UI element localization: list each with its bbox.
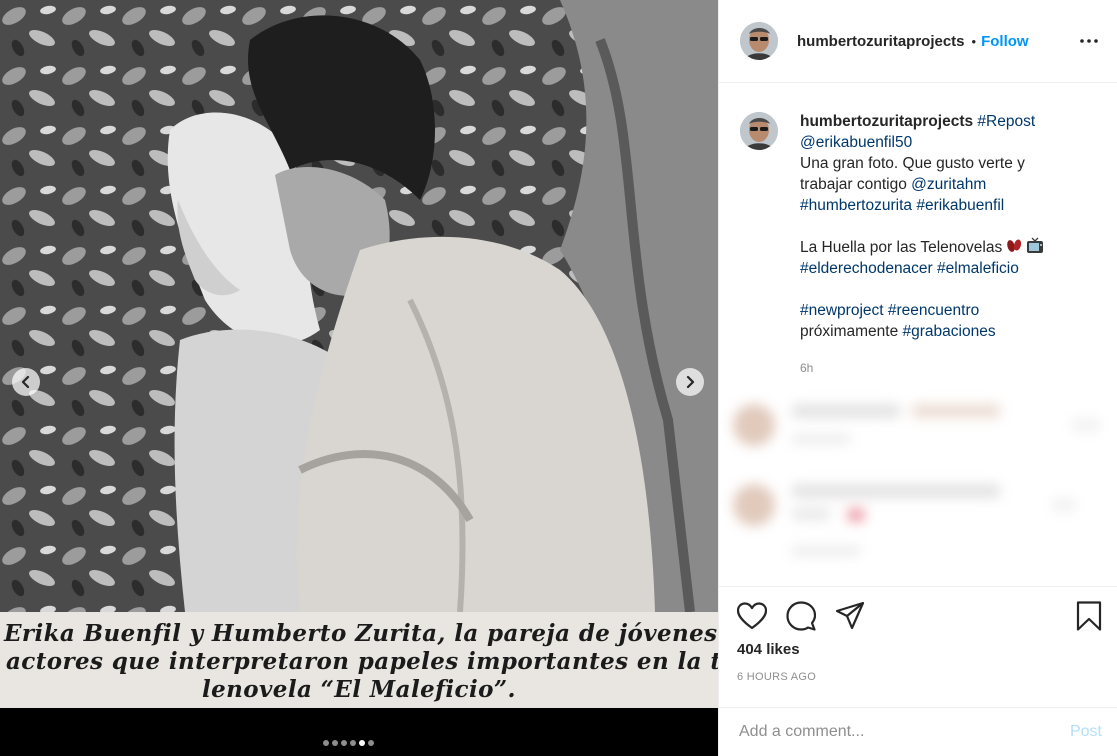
carousel-dot[interactable]: [323, 740, 329, 746]
blurred-comment: [733, 484, 1077, 556]
carousel-dots: [323, 740, 374, 746]
save-button[interactable]: [1070, 601, 1102, 631]
television-emoji-icon: [1027, 237, 1044, 253]
mention-link[interactable]: @zuritahm: [911, 176, 986, 193]
caption-body: humbertozuritaprojects #Repost @erikabue…: [800, 111, 1100, 379]
share-button[interactable]: [835, 601, 867, 631]
post-media: Erika Buenfil y Humberto Zurita, la pare…: [0, 0, 718, 756]
hashtag-link[interactable]: #humbertozurita: [800, 197, 912, 214]
photo-illustration: [0, 0, 718, 612]
more-options-button[interactable]: [1077, 29, 1101, 53]
follow-button[interactable]: Follow: [981, 33, 1029, 50]
post-comment-button[interactable]: Post: [1070, 723, 1102, 741]
chevron-left-icon: [21, 375, 30, 389]
hashtag-link[interactable]: #reencuentro: [888, 302, 979, 319]
action-buttons-row: [737, 601, 1102, 631]
bookmark-icon: [1076, 601, 1102, 631]
comments-section[interactable]: humbertozuritaprojects #Repost @erikabue…: [719, 84, 1117, 586]
hashtag-link[interactable]: #elderechodenacer: [800, 260, 933, 277]
carousel-dot[interactable]: [341, 740, 347, 746]
photo-caption-line-3: lenovela “El Maleficio”.: [202, 676, 516, 703]
post-photo: [0, 0, 718, 612]
hashtag-link[interactable]: #Repost: [977, 113, 1035, 130]
chevron-right-icon: [686, 375, 695, 389]
more-options-icon: [1080, 39, 1098, 43]
header-separator: •: [971, 33, 977, 49]
hashtag-link[interactable]: #newproject: [800, 302, 884, 319]
hashtag-link[interactable]: #erikabuenfil: [916, 197, 1004, 214]
likes-count[interactable]: 404 likes: [737, 641, 1102, 658]
blurred-comments: [733, 388, 1117, 578]
caption-username[interactable]: humbertozuritaprojects: [800, 113, 973, 130]
carousel-dot-active[interactable]: [359, 740, 365, 746]
carousel-next-button[interactable]: [676, 368, 704, 396]
header-username[interactable]: humbertozuritaprojects: [797, 33, 965, 50]
caption-text: próximamente: [800, 323, 899, 340]
caption-avatar[interactable]: [740, 112, 778, 150]
comment-button[interactable]: [786, 601, 818, 631]
photo-caption-line-1: Erika Buenfil y Humberto Zurita, la pare…: [4, 620, 718, 647]
carousel-dot[interactable]: [368, 740, 374, 746]
heart-icon: [737, 602, 767, 630]
add-comment-bar: Post: [719, 707, 1117, 756]
avatar-image: [740, 22, 778, 60]
post-caption: humbertozuritaprojects #Repost @erikabue…: [719, 84, 1117, 379]
avatar-image: [740, 112, 778, 150]
comment-icon: [786, 601, 816, 631]
post-side-panel: humbertozuritaprojects • Follow humberto…: [718, 0, 1117, 756]
like-button[interactable]: [737, 601, 769, 631]
carousel-dot[interactable]: [350, 740, 356, 746]
photo-caption-strip: Erika Buenfil y Humberto Zurita, la pare…: [0, 612, 718, 708]
caption-text: La Huella por las Telenovelas: [800, 239, 1003, 256]
photo-caption-line-2: actores que interpretaron papeles import…: [6, 648, 718, 675]
footprints-emoji-icon: [1007, 239, 1022, 252]
post-time-ago[interactable]: 6 HOURS AGO: [737, 671, 1102, 683]
carousel-prev-button[interactable]: [12, 368, 40, 396]
hashtag-link[interactable]: #grabaciones: [903, 323, 996, 340]
caption-text-line: Una gran foto. Que gusto verte y: [800, 155, 1025, 172]
post-header: humbertozuritaprojects • Follow: [719, 0, 1117, 83]
hashtag-link[interactable]: #elmaleficio: [937, 260, 1019, 277]
blurred-comment: [733, 404, 1101, 446]
comment-input[interactable]: [739, 723, 1039, 741]
share-icon: [835, 601, 865, 630]
carousel-dot[interactable]: [332, 740, 338, 746]
mention-link[interactable]: @erikabuenfil50: [800, 134, 912, 151]
post-actions: 404 likes 6 HOURS AGO: [719, 586, 1117, 683]
avatar[interactable]: [740, 22, 778, 60]
caption-text: trabajar contigo: [800, 176, 907, 193]
caption-timestamp[interactable]: 6h: [800, 358, 1100, 379]
